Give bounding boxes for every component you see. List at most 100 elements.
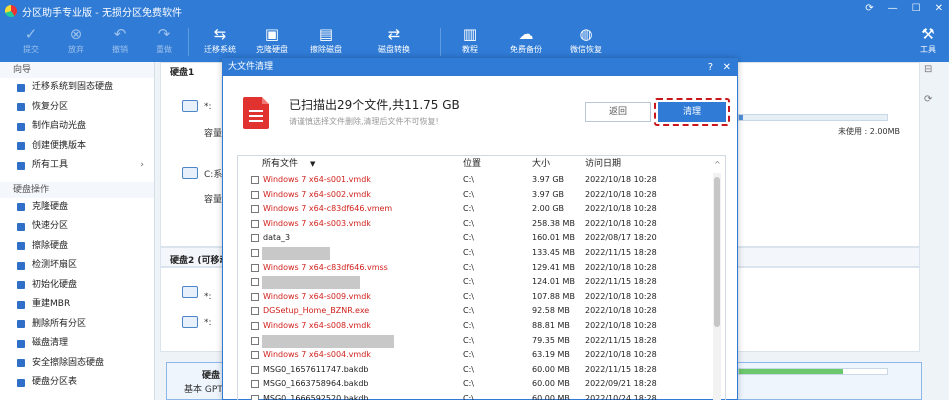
sidebar-item-init-disk[interactable]: 初始化硬盘 bbox=[0, 276, 154, 296]
migrate-icon: ⇆ bbox=[213, 25, 227, 43]
file-row[interactable]: MSG0_1666592520.bakdb C:\ 60.00 MB 2022/10/… bbox=[238, 392, 725, 400]
file-checkbox[interactable] bbox=[251, 394, 259, 400]
file-row[interactable]: Windows 7 x64-s009.vmdk C:\ 107.88 MB 2022/… bbox=[238, 290, 725, 305]
file-location: C:\ bbox=[463, 320, 474, 330]
redo-icon: ↷ bbox=[157, 25, 171, 43]
redacted-file-name bbox=[262, 276, 360, 290]
toolbar-undo-button[interactable]: ↶ 撤销 bbox=[96, 24, 144, 55]
file-row[interactable]: MSG0_1663758964.bakdb C:\ 60.00 MB 2022/09/… bbox=[238, 377, 725, 392]
file-row[interactable]: Windows 7 x64-s004.vmdk C:\ 63.19 MB 2022/1… bbox=[238, 348, 725, 363]
toolbar-backup-button[interactable]: ☁ 免费备份 bbox=[502, 24, 550, 55]
file-row[interactable]: MSG0_1657611747.bakdb C:\ 60.00 MB 2022/11/… bbox=[238, 363, 725, 378]
toolbar-commit-button[interactable]: ✓ 提交 bbox=[7, 24, 55, 55]
dialog-title: 大文件清理 bbox=[228, 62, 274, 72]
refresh-icon[interactable]: ⟳ bbox=[924, 94, 932, 105]
sort-down-icon[interactable]: ▼ bbox=[310, 156, 315, 173]
file-row[interactable]: Windows 7 x64-c83df646.vmss C:\ 129.41 MB 2… bbox=[238, 261, 725, 276]
file-row[interactable]: DGSetup_Home_BZNR.exe C:\ 92.58 MB 2022/10/… bbox=[238, 304, 725, 319]
file-row[interactable]: C:\ 79.35 MB 2022/11/15 18:28 bbox=[238, 334, 725, 349]
file-location: C:\ bbox=[463, 218, 474, 228]
file-size: 107.88 MB bbox=[532, 291, 575, 301]
layout-toggle-icon[interactable]: ⊟ bbox=[924, 64, 932, 75]
close-icon[interactable]: ✕ bbox=[935, 3, 943, 14]
toolbar-tutorial-button[interactable]: ▥ 教程 bbox=[446, 24, 494, 55]
toolbar-wipe-button[interactable]: ▤ 擦除磁盘 bbox=[302, 24, 350, 55]
partition-bar[interactable] bbox=[738, 114, 888, 121]
column-size[interactable]: 大小 bbox=[532, 156, 550, 173]
sidebar-item-ssd-secure-erase[interactable]: 安全擦除固态硬盘 bbox=[0, 354, 154, 374]
toolbar-tools-button[interactable]: ⚒ 工具 bbox=[904, 24, 949, 55]
clean-button[interactable]: 清理 bbox=[658, 102, 726, 122]
partition-star-label: *: bbox=[204, 292, 212, 302]
file-row[interactable]: data_3 C:\ 160.01 MB 2022/08/17 18:20 bbox=[238, 231, 725, 246]
file-size: 63.19 MB bbox=[532, 350, 570, 360]
file-checkbox[interactable] bbox=[251, 336, 259, 345]
scroll-up-icon[interactable]: ^ bbox=[714, 156, 721, 173]
partition-bar[interactable] bbox=[738, 368, 888, 375]
sidebar-item-migrate-os[interactable]: 迁移系统到固态硬盘 bbox=[0, 78, 154, 98]
toolbar-clone-button[interactable]: ▣ 克隆硬盘 bbox=[248, 24, 296, 55]
toolbar-discard-button[interactable]: ⊗ 放弃 bbox=[52, 24, 100, 55]
file-name: Windows 7 x64-s004.vmdk bbox=[263, 350, 371, 360]
file-checkbox[interactable] bbox=[251, 365, 259, 374]
scrollbar-thumb[interactable] bbox=[714, 177, 720, 327]
file-checkbox[interactable] bbox=[251, 176, 259, 184]
file-checkbox[interactable] bbox=[251, 321, 259, 330]
file-access-date: 2022/10/18 10:28 bbox=[585, 320, 657, 330]
vertical-scrollbar[interactable] bbox=[713, 173, 721, 400]
sidebar-item-all-tools[interactable]: 所有工具 › bbox=[0, 156, 154, 176]
minimize-icon[interactable]: — bbox=[888, 3, 898, 14]
file-size: 60.00 MB bbox=[532, 364, 570, 374]
sidebar-item-disk-cleanup[interactable]: 磁盘清理 bbox=[0, 334, 154, 354]
file-row[interactable]: Windows 7 x64-c83df646.vmem C:\ 2.00 GB 202… bbox=[238, 202, 725, 217]
file-access-date: 2022/10/18 10:28 bbox=[585, 175, 657, 184]
close-icon[interactable]: ✕ bbox=[723, 59, 731, 76]
file-checkbox[interactable] bbox=[251, 263, 259, 272]
file-access-date: 2022/11/15 18:28 bbox=[585, 247, 657, 257]
column-location[interactable]: 位置 bbox=[463, 156, 481, 173]
sidebar-item-bad-sector[interactable]: 检测坏扇区 bbox=[0, 256, 154, 276]
file-checkbox[interactable] bbox=[251, 205, 259, 214]
file-checkbox[interactable] bbox=[251, 278, 259, 287]
file-checkbox[interactable] bbox=[251, 292, 259, 301]
sidebar-item-boot-disc[interactable]: 制作启动光盘 bbox=[0, 117, 154, 137]
sidebar-item-rebuild-mbr[interactable]: 重建MBR bbox=[0, 295, 154, 315]
sidebar-item-recover-partition[interactable]: 恢复分区 bbox=[0, 98, 154, 118]
file-checkbox[interactable] bbox=[251, 351, 259, 360]
file-checkbox[interactable] bbox=[251, 190, 259, 199]
sidebar-item-portable[interactable]: 创建便携版本 bbox=[0, 137, 154, 157]
file-size: 60.00 MB bbox=[532, 393, 570, 400]
toolbar-redo-button[interactable]: ↷ 重做 bbox=[140, 24, 188, 55]
maximize-icon[interactable]: ☐ bbox=[912, 3, 921, 14]
refresh-icon[interactable]: ⟳ bbox=[865, 3, 873, 14]
file-checkbox[interactable] bbox=[251, 219, 259, 228]
clone-icon: ▣ bbox=[264, 25, 280, 43]
scan-icon bbox=[17, 261, 25, 270]
back-button[interactable]: 返回 bbox=[585, 102, 651, 122]
file-checkbox[interactable] bbox=[251, 380, 259, 389]
file-row[interactable]: Windows 7 x64-s008.vmdk C:\ 88.81 MB 2022/1… bbox=[238, 319, 725, 334]
toolbar-convert-button[interactable]: ⇄ 磁盘转换 bbox=[370, 24, 418, 55]
file-checkbox[interactable] bbox=[251, 248, 259, 257]
file-size: 60.00 MB bbox=[532, 379, 570, 389]
partition-star-label: *: bbox=[204, 318, 212, 328]
file-row[interactable]: Windows 7 x64-s001.vmdk C:\ 3.97 GB 2022/10… bbox=[238, 173, 725, 188]
help-icon[interactable]: ? bbox=[708, 59, 713, 76]
toolbar-migrate-button[interactable]: ⇆ 迁移系统 bbox=[196, 24, 244, 55]
file-row[interactable]: Windows 7 x64-s003.vmdk C:\ 258.38 MB 2022/… bbox=[238, 217, 725, 232]
sidebar-item-partition-table[interactable]: 硬盘分区表 bbox=[0, 373, 154, 393]
column-name[interactable]: 所有文件 bbox=[262, 156, 298, 173]
sidebar-item-quick-partition[interactable]: 快速分区 bbox=[0, 217, 154, 237]
file-row[interactable]: Windows 7 x64-s002.vmdk C:\ 3.97 GB 2022/10… bbox=[238, 188, 725, 203]
sidebar-item-clone-disk[interactable]: 克隆硬盘 bbox=[0, 198, 154, 218]
file-row[interactable]: C:\ 124.01 MB 2022/11/15 18:28 bbox=[238, 275, 725, 290]
column-access-date[interactable]: 访问日期 bbox=[585, 156, 621, 173]
disk-icon bbox=[182, 316, 198, 328]
file-checkbox[interactable] bbox=[251, 307, 259, 316]
file-row[interactable]: C:\ 133.45 MB 2022/11/15 18:28 bbox=[238, 246, 725, 261]
file-checkbox[interactable] bbox=[251, 234, 259, 243]
sidebar-item-delete-all[interactable]: 删除所有分区 bbox=[0, 315, 154, 335]
sidebar-item-wipe-disk[interactable]: 擦除硬盘 bbox=[0, 237, 154, 257]
toolbar-wechat-button[interactable]: ◍ 微信恢复 bbox=[562, 24, 610, 55]
file-location: C:\ bbox=[463, 247, 474, 257]
